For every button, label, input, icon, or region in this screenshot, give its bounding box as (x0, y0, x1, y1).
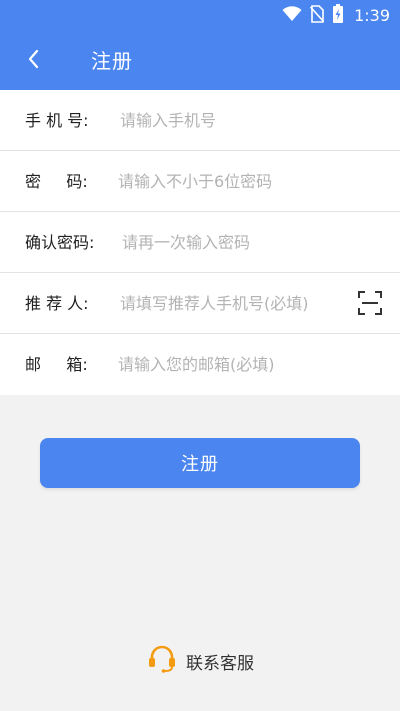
scan-icon (356, 291, 384, 321)
wifi-icon (282, 6, 302, 26)
register-form: 手 机 号: 密 码: 确认密码: 推 荐 人: (0, 90, 400, 395)
email-input[interactable] (118, 344, 370, 385)
referrer-row: 推 荐 人: (0, 273, 400, 334)
referrer-input[interactable] (120, 283, 348, 324)
header-bar: 1:39 注册 (0, 0, 400, 90)
register-button[interactable]: 注册 (40, 438, 360, 488)
confirm-password-input[interactable] (122, 222, 370, 263)
phone-label: 手 机 号: (25, 111, 89, 130)
password-label: 密 码: (25, 172, 88, 191)
confirm-password-label: 确认密码: (25, 233, 95, 252)
headset-icon (146, 643, 178, 679)
register-screen: 1:39 注册 手 机 号: 密 码: 确认密码: (0, 0, 400, 711)
status-icons: 1:39 (282, 4, 390, 28)
password-row: 密 码: (0, 151, 400, 212)
contact-support-button[interactable]: 联系客服 (0, 644, 400, 678)
password-input[interactable] (118, 161, 370, 202)
scan-button[interactable] (356, 289, 384, 317)
email-row: 邮 箱: (0, 334, 400, 395)
confirm-password-row: 确认密码: (0, 212, 400, 273)
phone-input[interactable] (120, 100, 370, 141)
email-label: 邮 箱: (25, 355, 88, 374)
page-title: 注册 (91, 49, 133, 73)
chevron-left-icon (26, 48, 42, 74)
contact-support-label: 联系客服 (186, 653, 254, 674)
battery-charging-icon (332, 4, 344, 28)
app-bar: 注册 (0, 32, 400, 90)
referrer-label: 推 荐 人: (25, 294, 89, 313)
status-bar: 1:39 (0, 0, 400, 32)
phone-row: 手 机 号: (0, 90, 400, 151)
no-sim-icon (309, 5, 325, 27)
status-time: 1:39 (354, 6, 390, 25)
back-button[interactable] (18, 45, 50, 77)
